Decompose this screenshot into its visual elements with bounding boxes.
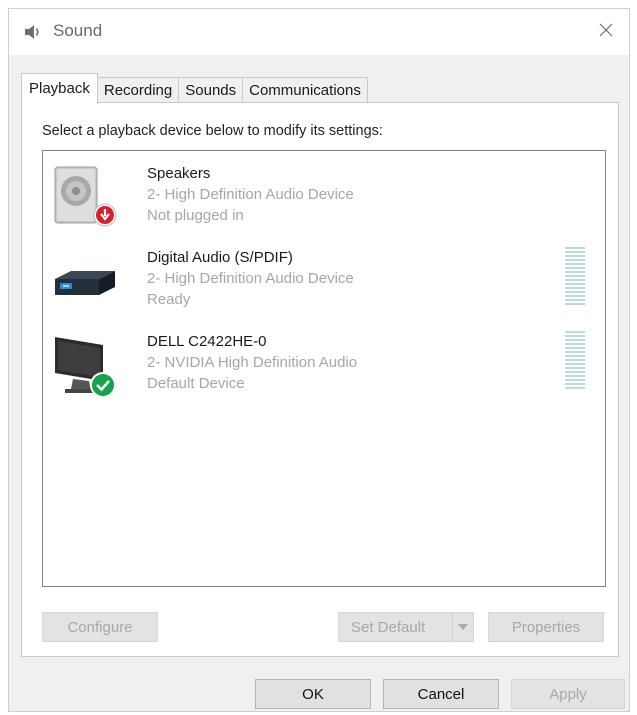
tab-recording[interactable]: Recording <box>96 77 180 103</box>
cancel-button[interactable]: Cancel <box>383 679 499 709</box>
close-icon <box>598 22 614 43</box>
device-status: Default Device <box>147 375 245 392</box>
unplugged-badge-icon <box>93 203 117 227</box>
properties-button[interactable]: Properties <box>488 612 604 642</box>
set-default-button[interactable]: Set Default <box>338 612 474 642</box>
apply-button[interactable]: Apply <box>511 679 625 709</box>
digital-audio-device-icon <box>51 245 119 317</box>
playback-panel: Select a playback device below to modify… <box>21 102 619 657</box>
title-bar: Sound <box>9 9 629 55</box>
device-name: DELL C2422HE-0 <box>147 333 267 350</box>
chevron-down-icon[interactable] <box>452 613 473 641</box>
device-description: 2- High Definition Audio Device <box>147 270 354 287</box>
device-item-speakers[interactable]: Speakers 2- High Definition Audio Device… <box>43 157 603 237</box>
device-item-digital-audio[interactable]: Digital Audio (S/PDIF) 2- High Definitio… <box>43 241 603 321</box>
default-check-badge-icon <box>89 371 117 399</box>
tab-sounds[interactable]: Sounds <box>178 77 244 103</box>
instruction-text: Select a playback device below to modify… <box>42 123 383 139</box>
device-status: Ready <box>147 291 191 308</box>
level-meter <box>565 247 585 307</box>
device-item-dell-monitor[interactable]: DELL C2422HE-0 2- NVIDIA High Definition… <box>43 325 603 405</box>
tab-playback[interactable]: Playback <box>21 73 98 104</box>
tab-strip: Playback Recording Sounds Communications <box>21 73 368 104</box>
level-meter <box>565 331 585 391</box>
configure-button[interactable]: Configure <box>42 612 158 642</box>
device-description: 2- High Definition Audio Device <box>147 186 354 203</box>
set-default-label: Set Default <box>351 618 426 636</box>
device-name: Digital Audio (S/PDIF) <box>147 249 293 266</box>
device-description: 2- NVIDIA High Definition Audio <box>147 354 358 371</box>
tab-communications[interactable]: Communications <box>242 77 368 103</box>
sound-dialog: Sound Playback Recording Sounds Communic… <box>8 8 630 712</box>
device-name: Speakers <box>147 165 211 182</box>
ok-button[interactable]: OK <box>255 679 371 709</box>
window-title: Sound <box>53 21 103 40</box>
close-button[interactable] <box>591 17 621 47</box>
device-status: Not plugged in <box>147 207 244 224</box>
device-list[interactable]: Speakers 2- High Definition Audio Device… <box>42 150 606 587</box>
speaker-icon <box>23 22 43 42</box>
